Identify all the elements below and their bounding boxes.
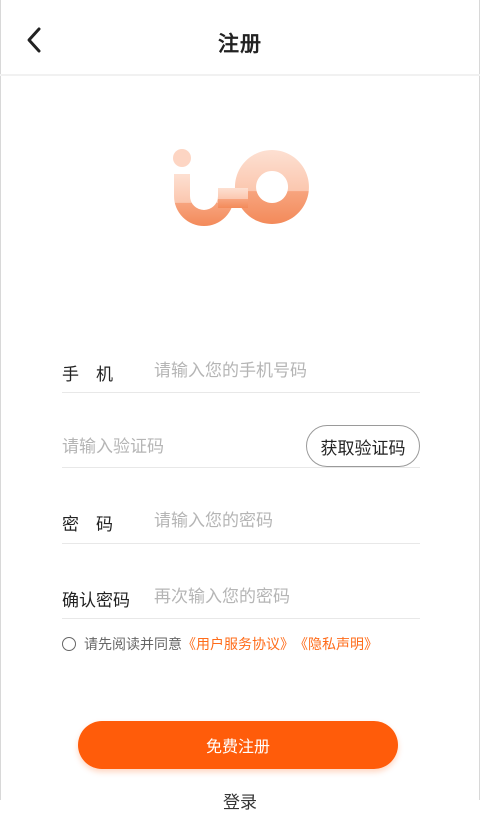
confirm-password-input[interactable] [154, 585, 416, 609]
terms-link[interactable]: 《用户服务协议》 [182, 634, 294, 654]
phone-row: 手 机 [62, 356, 420, 393]
login-link[interactable]: 登录 [0, 788, 480, 813]
phone-label: 手 机 [62, 365, 113, 385]
confirm-password-row: 确认密码 [62, 582, 420, 619]
verification-code-input[interactable] [62, 435, 292, 459]
code-row: 获取验证码 [62, 425, 420, 468]
agreement-radio[interactable] [62, 637, 76, 651]
password-row: 密 码 [62, 506, 420, 544]
confirm-password-label: 确认密码 [62, 591, 130, 611]
page-title: 注册 [218, 32, 262, 56]
password-label: 密 码 [62, 515, 113, 535]
register-button[interactable]: 免费注册 [78, 721, 398, 769]
left-border [0, 0, 1, 800]
brand-logo [168, 138, 312, 230]
top-bar: 注册 [0, 0, 480, 76]
phone-input[interactable] [154, 359, 416, 383]
privacy-link[interactable]: 《隐私声明》 [294, 634, 378, 654]
password-input[interactable] [154, 509, 416, 533]
get-code-button[interactable]: 获取验证码 [306, 425, 420, 467]
agreement-line: 请先阅读并同意 《用户服务协议》 《隐私声明》 [62, 634, 378, 654]
agreement-text: 请先阅读并同意 [84, 637, 182, 653]
